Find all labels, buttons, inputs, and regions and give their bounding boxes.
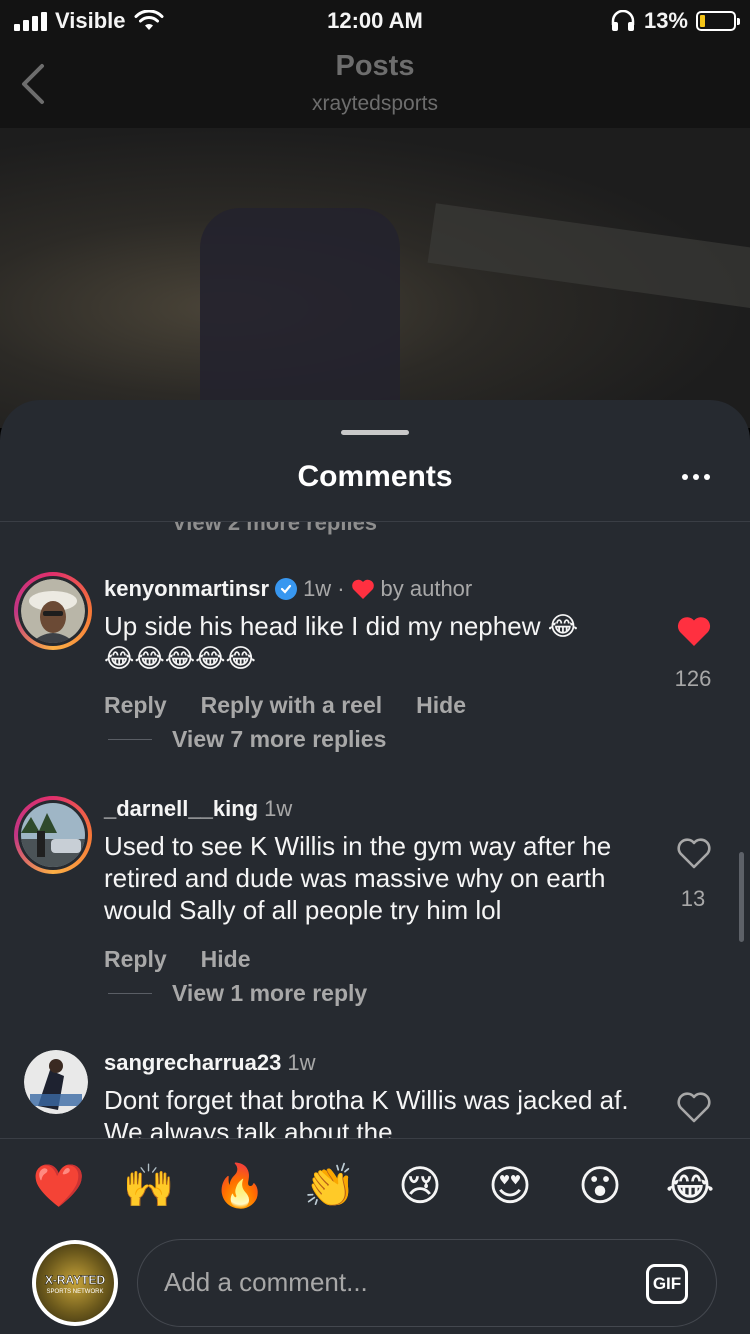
reply-with-reel-button[interactable]: Reply with a reel xyxy=(201,692,383,719)
meta-separator: · xyxy=(337,576,345,601)
like-button-icon[interactable] xyxy=(676,1090,712,1124)
comment-meta: _darnell__king 1w xyxy=(104,796,292,822)
hide-button[interactable]: Hide xyxy=(416,692,466,719)
my-avatar: X-RAYTED SPORTS NETWORK xyxy=(32,1240,118,1326)
comment-input[interactable]: Add a comment... GIF xyxy=(137,1239,717,1327)
comment-placeholder: Add a comment... xyxy=(164,1267,368,1297)
emoji-heart-button[interactable]: ❤️ xyxy=(29,1159,89,1213)
comment-item: sangrecharrua23 1w Dont forget that brot… xyxy=(0,1050,750,1138)
logo-subtext: SPORTS NETWORK xyxy=(46,1289,104,1295)
page-subtitle[interactable]: xraytedsports xyxy=(0,92,750,116)
sheet-title: Comments xyxy=(297,460,453,493)
comment-time: 1w xyxy=(303,576,332,601)
comment-text: Up side his head like I did my nephew 😂 … xyxy=(104,610,644,674)
comment-username[interactable]: kenyonmartinsr xyxy=(104,576,269,602)
status-bar: Visible 12:00 AM 13% xyxy=(0,0,750,42)
comment-username[interactable]: _darnell__king xyxy=(104,796,258,822)
battery-percent: 13% xyxy=(643,8,688,33)
like-button-icon[interactable] xyxy=(676,836,712,870)
reply-button[interactable]: Reply xyxy=(104,946,167,973)
comment-actions: Reply Reply with a reel Hide xyxy=(104,692,466,719)
view-replies-cut[interactable]: View 2 more replies xyxy=(172,522,377,536)
emoji-surprised-button[interactable]: 😮 xyxy=(570,1159,630,1213)
comments-list[interactable]: View 2 more replies kenyonmartinsr 1w · … xyxy=(0,522,750,1138)
view-replies-label[interactable]: View 7 more replies xyxy=(172,726,386,753)
battery-icon xyxy=(696,11,740,31)
verified-badge-icon xyxy=(275,578,298,600)
replies-line xyxy=(108,993,152,994)
logo-text: X-RAYTED xyxy=(44,1273,106,1287)
more-options-icon[interactable] xyxy=(682,462,710,492)
view-replies[interactable]: View 1 more reply xyxy=(108,980,367,1007)
emoji-laughing-button[interactable]: 😂 xyxy=(660,1159,720,1213)
posts-header: Posts xraytedsports xyxy=(0,42,750,128)
scrollbar[interactable] xyxy=(739,852,744,942)
avatar[interactable] xyxy=(14,796,92,874)
view-replies-label[interactable]: View 1 more reply xyxy=(172,980,367,1007)
emoji-raised-hands-button[interactable]: 🙌 xyxy=(119,1159,179,1213)
hide-button[interactable]: Hide xyxy=(201,946,251,973)
gif-button[interactable]: GIF xyxy=(646,1264,688,1304)
avatar-photo xyxy=(21,803,85,867)
status-right: 13% xyxy=(610,8,740,34)
reply-button[interactable]: Reply xyxy=(104,692,167,719)
post-video[interactable] xyxy=(0,128,750,428)
comment-composer: X-RAYTED SPORTS NETWORK Add a comment...… xyxy=(0,1234,750,1334)
xrayted-logo: X-RAYTED SPORTS NETWORK xyxy=(36,1244,114,1322)
like-count: 13 xyxy=(680,886,706,911)
like-count: 126 xyxy=(674,666,712,691)
emoji-heart-eyes-button[interactable]: 😍 xyxy=(480,1159,540,1213)
comment-item: kenyonmartinsr 1w · by author Up side hi… xyxy=(0,572,750,792)
comment-time: 1w xyxy=(264,796,293,821)
comment-item: _darnell__king 1w Used to see K Willis i… xyxy=(0,796,750,1026)
like-button-filled-icon[interactable] xyxy=(676,614,712,648)
page-title: Posts xyxy=(335,50,415,82)
comment-username[interactable]: sangrecharrua23 xyxy=(104,1050,281,1076)
emoji-fire-button[interactable]: 🔥 xyxy=(210,1159,270,1213)
comment-text: Used to see K Willis in the gym way afte… xyxy=(104,831,612,925)
heart-icon xyxy=(351,579,374,599)
video-player-figure xyxy=(200,208,400,428)
headphones-icon xyxy=(611,10,635,31)
comment-meta: sangrecharrua23 1w xyxy=(104,1050,315,1076)
comment-text-line: 😂😂😂😂😂 xyxy=(104,643,256,673)
avatar[interactable] xyxy=(24,1050,88,1114)
liked-by-author-label: by author xyxy=(380,576,473,601)
comment-time: 1w xyxy=(287,1050,316,1075)
comment-actions: Reply Hide xyxy=(104,946,250,973)
replies-line xyxy=(108,739,152,740)
comment-text: Dont forget that brotha K Willis was jac… xyxy=(104,1085,629,1138)
emoji-reaction-bar: ❤️ 🙌 🔥 👏 😢 😍 😮 😂 xyxy=(0,1138,750,1234)
comments-sheet: Comments View 2 more replies kenyonmarti… xyxy=(0,400,750,1334)
comment-meta: kenyonmartinsr 1w · by author xyxy=(104,576,472,602)
avatar-photo xyxy=(21,579,85,643)
comment-text-line: Up side his head like I did my nephew 😂 xyxy=(104,611,579,641)
video-background xyxy=(427,203,750,313)
drag-handle[interactable] xyxy=(341,430,409,435)
view-replies[interactable]: View 7 more replies xyxy=(108,726,386,753)
emoji-crying-button[interactable]: 😢 xyxy=(390,1159,450,1213)
emoji-clap-button[interactable]: 👏 xyxy=(300,1159,360,1213)
avatar[interactable] xyxy=(14,572,92,650)
